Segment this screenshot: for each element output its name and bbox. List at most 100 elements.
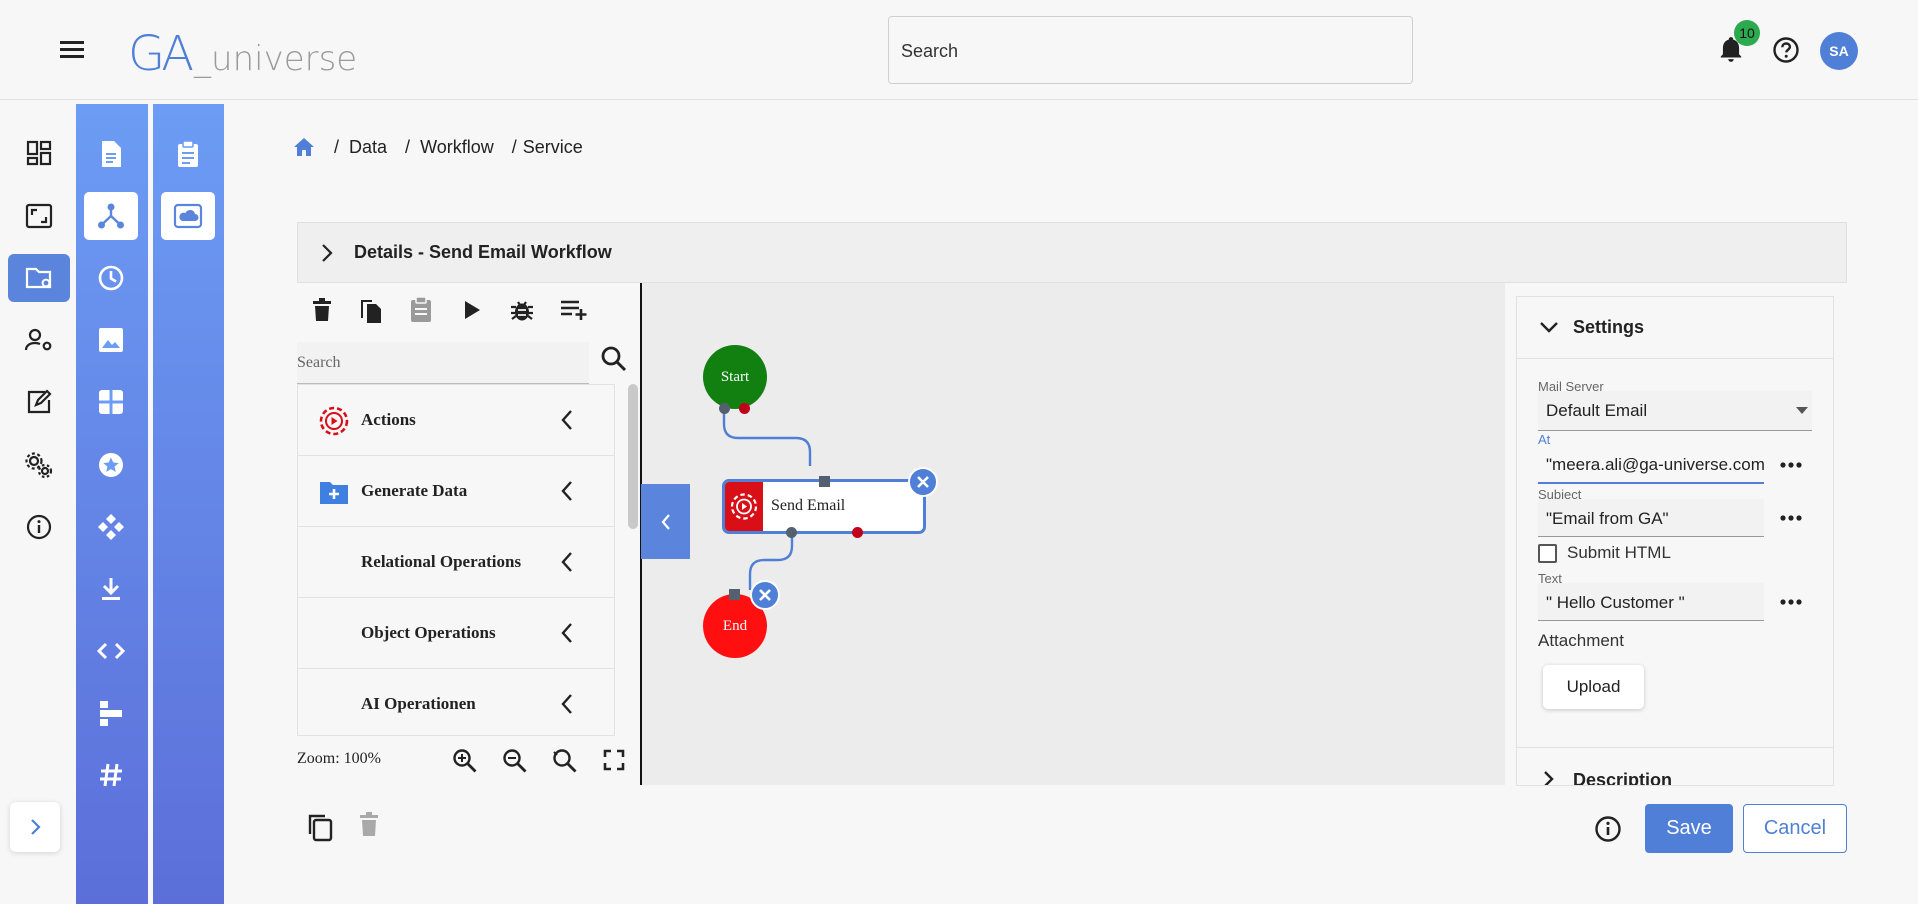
breadcrumb-data[interactable]: Data bbox=[349, 137, 387, 158]
description-accordion[interactable]: Description bbox=[1517, 747, 1833, 785]
submit-html-checkbox[interactable] bbox=[1538, 544, 1557, 563]
hierarchy-icon bbox=[100, 701, 122, 726]
bug-icon bbox=[511, 301, 533, 321]
search-icon[interactable] bbox=[600, 345, 630, 375]
rail-users[interactable] bbox=[8, 316, 70, 364]
chevron-left-icon bbox=[560, 693, 574, 715]
frame-icon bbox=[25, 203, 53, 229]
text-more-button[interactable] bbox=[1776, 592, 1806, 612]
zoom-out-button[interactable] bbox=[502, 748, 528, 774]
mail-server-select[interactable]: Default Email bbox=[1538, 391, 1812, 431]
user-settings-icon bbox=[24, 328, 52, 351]
subject-more-button[interactable] bbox=[1776, 508, 1806, 528]
info-button[interactable] bbox=[1594, 815, 1624, 847]
start-node[interactable]: Start bbox=[703, 345, 767, 409]
remove-end-node-button[interactable] bbox=[750, 580, 780, 610]
nav-service[interactable] bbox=[161, 192, 215, 240]
chevron-down-icon bbox=[1540, 322, 1558, 333]
zoom-in-button[interactable] bbox=[452, 748, 478, 774]
breadcrumb-workflow[interactable]: Workflow bbox=[420, 137, 494, 158]
rail-settings[interactable] bbox=[8, 441, 70, 489]
download-icon bbox=[102, 578, 120, 600]
global-search-input[interactable]: Search bbox=[888, 16, 1413, 84]
help-icon[interactable] bbox=[1772, 36, 1800, 64]
send-email-node[interactable]: Send Email bbox=[722, 479, 926, 534]
details-accordion[interactable]: Details - Send Email Workflow bbox=[297, 222, 1847, 283]
at-more-button[interactable] bbox=[1776, 455, 1806, 475]
menu-icon[interactable] bbox=[60, 38, 88, 62]
subject-input[interactable]: "Email from GA" bbox=[1538, 499, 1764, 537]
nav-hierarchy[interactable] bbox=[84, 689, 138, 737]
chevron-right-icon bbox=[1544, 771, 1554, 785]
debug-button[interactable] bbox=[506, 294, 538, 326]
copy-button[interactable] bbox=[355, 294, 387, 326]
nav-hashtag[interactable] bbox=[84, 751, 138, 799]
rail-fullscreen[interactable] bbox=[8, 192, 70, 240]
save-button[interactable]: Save bbox=[1645, 804, 1733, 853]
expand-sidebar-button[interactable] bbox=[10, 802, 60, 852]
send-email-port-error[interactable] bbox=[852, 527, 863, 538]
more-horizontal-icon bbox=[1780, 599, 1802, 605]
rail-info[interactable] bbox=[8, 503, 70, 551]
send-email-port-out[interactable] bbox=[786, 527, 797, 538]
duplicate-button[interactable] bbox=[306, 812, 336, 844]
delete-workflow-button[interactable] bbox=[358, 812, 388, 844]
document-icon bbox=[102, 141, 121, 167]
rail-edit[interactable] bbox=[8, 378, 70, 426]
remove-send-email-button[interactable] bbox=[908, 467, 938, 497]
edit-icon bbox=[27, 389, 52, 414]
breadcrumb-service: Service bbox=[522, 136, 583, 157]
palette-item-object-operations[interactable]: Object Operations bbox=[298, 598, 614, 669]
at-input[interactable]: "meera.ali@ga-universe.com" bbox=[1538, 445, 1764, 484]
home-icon[interactable] bbox=[292, 136, 316, 158]
delete-button[interactable] bbox=[306, 294, 338, 326]
palette-item-actions[interactable]: Actions bbox=[298, 385, 614, 456]
text-input[interactable]: " Hello Customer " bbox=[1538, 583, 1764, 621]
palette-item-generate-data[interactable]: Generate Data bbox=[298, 456, 614, 527]
nav-components[interactable] bbox=[84, 503, 138, 551]
settings-accordion[interactable]: Settings bbox=[1517, 297, 1833, 359]
copy-icon bbox=[361, 300, 381, 323]
playlist-add-icon bbox=[561, 300, 587, 320]
code-icon bbox=[97, 642, 125, 660]
star-circle-icon bbox=[99, 453, 123, 477]
nav-code[interactable] bbox=[84, 627, 138, 675]
cancel-button[interactable]: Cancel bbox=[1743, 804, 1847, 853]
rail-data[interactable] bbox=[8, 254, 70, 302]
user-avatar[interactable]: SA bbox=[1820, 32, 1858, 70]
paste-button[interactable] bbox=[405, 294, 437, 326]
zoom-reset-button[interactable] bbox=[552, 748, 578, 774]
app-logo[interactable]: GA _universe bbox=[128, 18, 357, 78]
nav-images[interactable] bbox=[84, 316, 138, 364]
add-to-list-button[interactable] bbox=[556, 294, 592, 326]
fit-to-screen-button[interactable] bbox=[602, 748, 628, 774]
nav-history[interactable] bbox=[84, 254, 138, 302]
end-port-in[interactable] bbox=[729, 589, 740, 600]
palette-item-relational-operations[interactable]: Relational Operations bbox=[298, 527, 614, 598]
cloud-icon bbox=[173, 203, 203, 229]
palette-item-label: Object Operations bbox=[361, 623, 496, 642]
start-port-out[interactable] bbox=[719, 403, 730, 414]
upload-button[interactable]: Upload bbox=[1543, 665, 1644, 709]
send-email-port-in[interactable] bbox=[819, 476, 830, 487]
rail-dashboard[interactable] bbox=[8, 129, 70, 177]
info-icon bbox=[1595, 816, 1621, 842]
trash-icon bbox=[313, 298, 331, 321]
nav-clipboard[interactable] bbox=[161, 130, 215, 178]
play-circle-icon bbox=[730, 493, 758, 520]
palette-scrollbar[interactable] bbox=[628, 384, 638, 529]
nav-favorites[interactable] bbox=[84, 441, 138, 489]
chevron-left-icon bbox=[560, 622, 574, 644]
nav-workflow[interactable] bbox=[84, 192, 138, 240]
start-port-error[interactable] bbox=[739, 403, 750, 414]
nav-grid[interactable] bbox=[84, 378, 138, 426]
settings-title: Settings bbox=[1573, 317, 1645, 337]
nav-documents[interactable] bbox=[84, 130, 138, 178]
run-button[interactable] bbox=[456, 294, 488, 326]
submit-html-label: Submit HTML bbox=[1567, 543, 1671, 562]
nav-download[interactable] bbox=[84, 565, 138, 613]
palette-item-ai-operationen[interactable]: AI Operationen bbox=[298, 669, 614, 735]
chevron-left-icon bbox=[560, 551, 574, 573]
palette-search-input[interactable]: Search bbox=[297, 342, 589, 384]
more-horizontal-icon bbox=[1780, 462, 1802, 468]
